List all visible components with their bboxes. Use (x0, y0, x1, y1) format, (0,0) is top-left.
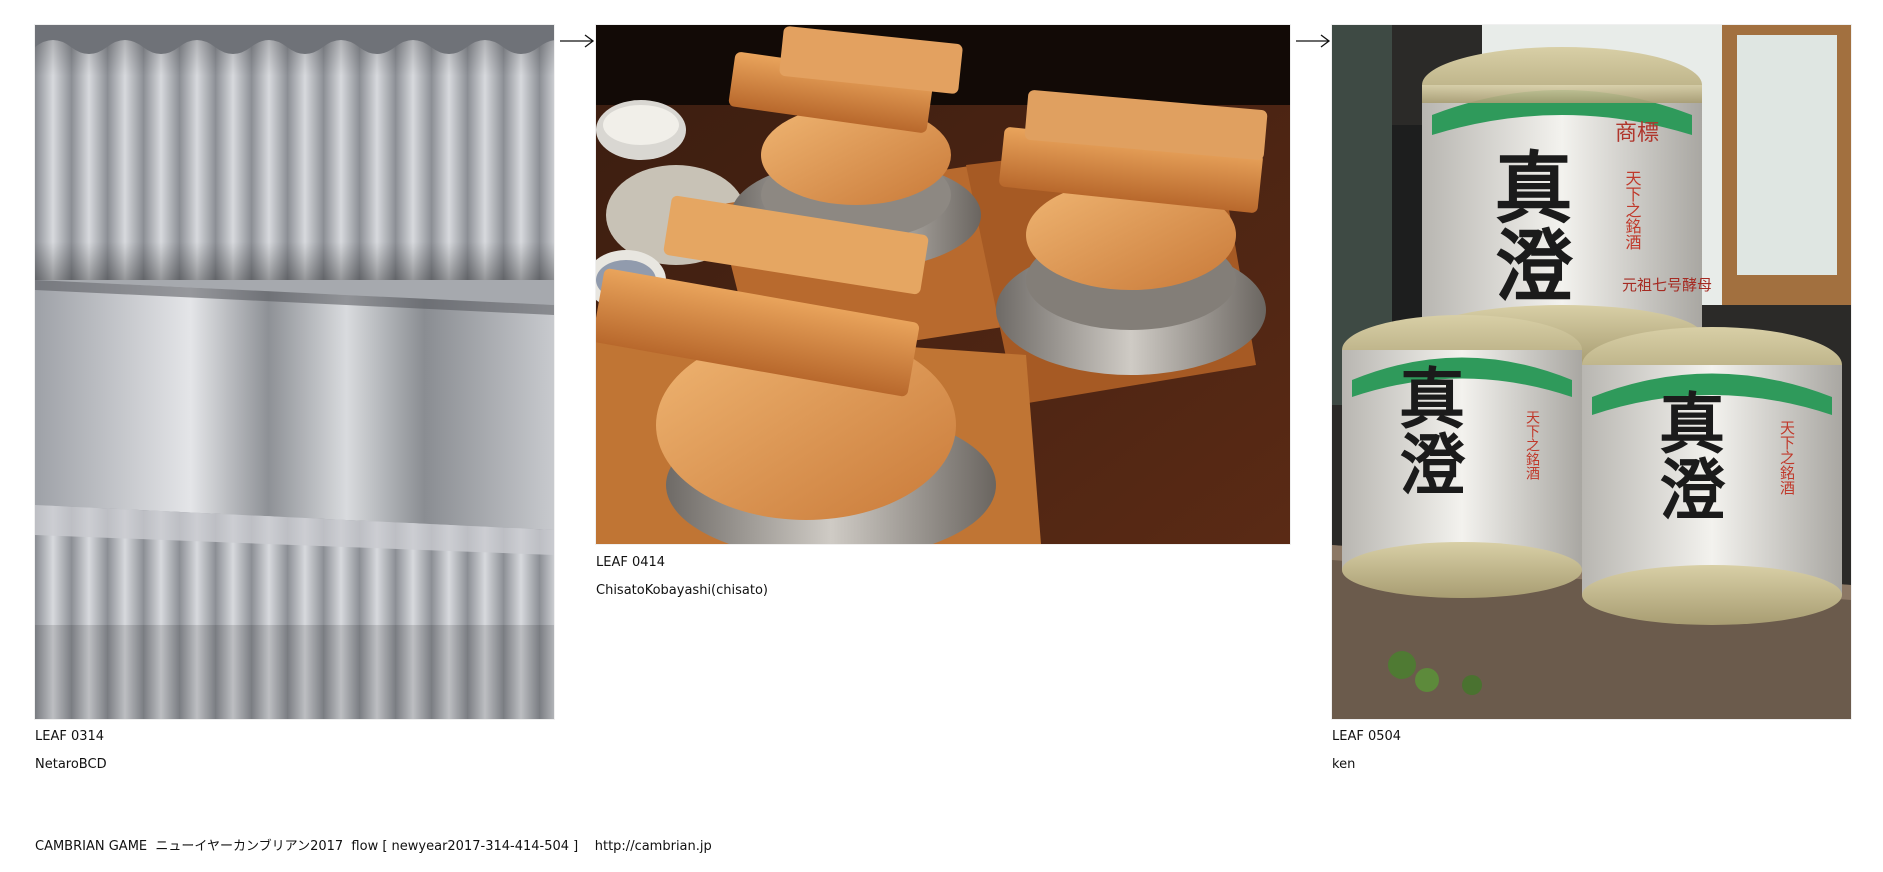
leaf-author: ken (1332, 757, 1356, 772)
barrel-trademark-text: 商標 (1615, 121, 1659, 146)
barrel-label-text: 天下之銘酒 (1524, 410, 1540, 480)
right-arrow-icon (1295, 33, 1331, 49)
leaf-author: NetaroBCD (35, 757, 107, 772)
footer-text: CAMBRIAN GAME ニューイヤーカンブリアン2017 flow [ ne… (35, 839, 712, 854)
leaf-0414-photo[interactable] (596, 25, 1290, 544)
leaf-title: LEAF 0414 (596, 555, 666, 570)
leaf-0314-photo[interactable] (35, 25, 554, 719)
leaf-title: LEAF 0504 (1332, 729, 1402, 744)
leaf-title: LEAF 0314 (35, 729, 105, 744)
barrel-label-text: 天下之銘酒 (1623, 170, 1642, 250)
barrel-brand-text: 真澄 (1648, 389, 1726, 521)
leaf-0504-photo[interactable]: 真澄 真澄 真澄 商標 天下之銘酒 天下之銘酒 天下之銘酒 元祖七号酵母 (1332, 25, 1851, 719)
barrel-maker-text: 元祖七号酵母 (1622, 276, 1712, 294)
right-arrow-icon (559, 33, 595, 49)
leaf-author: ChisatoKobayashi(chisato) (596, 583, 768, 598)
barrel-label-text: 天下之銘酒 (1778, 420, 1796, 495)
barrel-brand-text: 真澄 (1482, 147, 1573, 303)
barrel-brand-text: 真澄 (1388, 364, 1466, 496)
